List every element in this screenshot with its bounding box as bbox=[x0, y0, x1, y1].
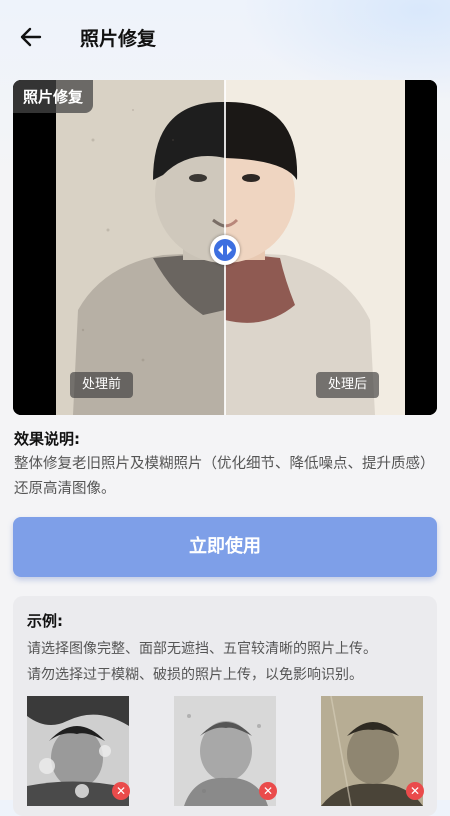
before-photo bbox=[13, 80, 225, 415]
description-title: 效果说明: bbox=[14, 430, 80, 448]
slider-arrows-icon bbox=[214, 239, 236, 261]
reject-icon: ✕ bbox=[112, 782, 130, 800]
back-button[interactable] bbox=[14, 22, 48, 52]
example-tip-2: 请勿选择过于模糊、破损的照片上传，以免影响识别。 bbox=[27, 667, 363, 683]
arrow-left-icon bbox=[20, 27, 42, 47]
example-title: 示例: bbox=[27, 612, 63, 630]
after-label: 处理后 bbox=[316, 372, 380, 398]
before-label: 处理前 bbox=[70, 372, 134, 398]
corner-tag: 照片修复 bbox=[13, 80, 94, 113]
page-title: 照片修复 bbox=[80, 28, 157, 50]
use-now-button[interactable]: 立即使用 bbox=[13, 517, 437, 577]
reject-icon: ✕ bbox=[406, 782, 424, 800]
example-card: 示例: 请选择图像完整、面部无遮挡、五官较清晰的照片上传。 请勿选择过于模糊、破… bbox=[13, 596, 437, 816]
example-tip-1: 请选择图像完整、面部无遮挡、五官较清晰的照片上传。 bbox=[27, 641, 377, 657]
reject-icon: ✕ bbox=[259, 782, 277, 800]
description-text: 整体修复老旧照片及模糊照片（优化细节、降低噪点、提升质感）还原高清图像。 bbox=[14, 456, 435, 497]
app-header: 照片修复 bbox=[0, 0, 450, 72]
after-photo bbox=[225, 80, 437, 415]
compare-slider-handle[interactable] bbox=[210, 235, 240, 265]
before-after-comparison[interactable]: 照片修复 处理前 处理后 bbox=[13, 80, 437, 415]
